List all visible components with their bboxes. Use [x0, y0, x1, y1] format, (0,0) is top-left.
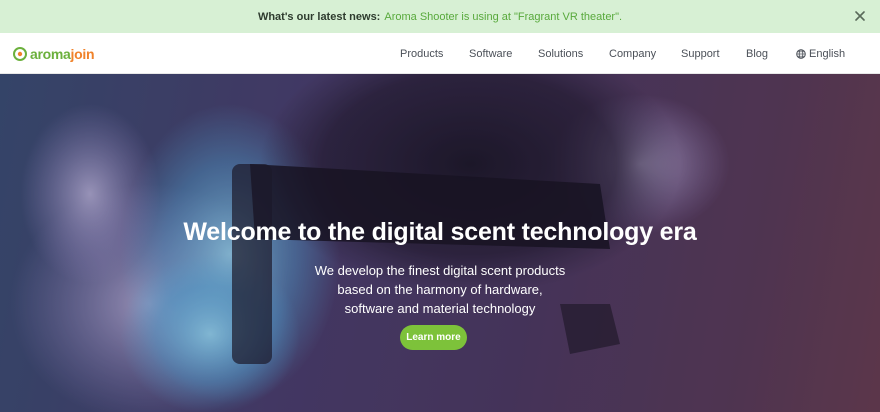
close-icon-glyph — [855, 11, 865, 21]
announcement-bar: What's our latest news: Aroma Shooter is… — [0, 0, 880, 33]
hero-subtitle-line: based on the harmony of hardware, — [337, 282, 543, 297]
nav-products[interactable]: Products — [400, 48, 443, 60]
language-label: English — [809, 47, 846, 60]
nav-company[interactable]: Company — [609, 48, 656, 60]
announcement-label: What's our latest news: — [257, 10, 381, 23]
nav-support[interactable]: Support — [681, 48, 720, 60]
globe-icon — [796, 48, 806, 59]
language-selector[interactable]: English — [796, 48, 845, 60]
nav-blog[interactable]: Blog — [746, 48, 768, 60]
announcement-news-link[interactable]: Aroma Shooter is using at "Fragrant VR t… — [384, 11, 622, 23]
logo-text-aroma: aroma — [30, 46, 71, 62]
hero-subtitle-line: software and material technology — [344, 301, 536, 316]
site-header: aroma join Products Software Solutions C… — [0, 33, 880, 74]
hero-title: Welcome to the digital scent technology … — [183, 218, 697, 246]
aromajoin-logo-icon — [13, 47, 27, 61]
nav-solutions[interactable]: Solutions — [538, 48, 583, 60]
site-logo[interactable]: aroma join — [12, 45, 95, 63]
hero-section: Welcome to the digital scent technology … — [0, 74, 880, 412]
learn-more-button[interactable]: Learn more — [400, 325, 467, 350]
logo-text-join: join — [70, 46, 95, 62]
close-icon[interactable] — [852, 8, 868, 24]
hero-subtitle: We develop the finest digital scent prod… — [0, 261, 880, 318]
nav-software[interactable]: Software — [469, 48, 512, 60]
hero-subtitle-line: We develop the finest digital scent prod… — [314, 263, 566, 278]
